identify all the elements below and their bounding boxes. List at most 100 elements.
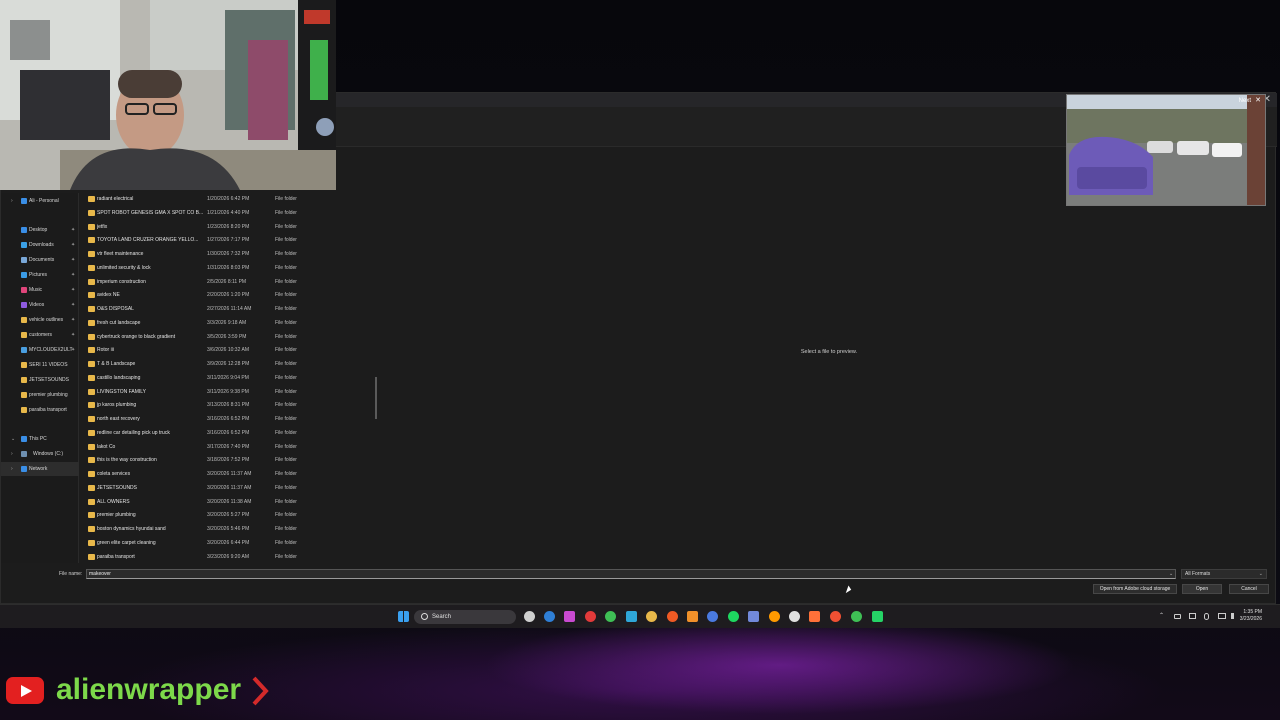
file-list-scrollbar[interactable] [375,377,377,419]
folder-icon [88,264,95,271]
file-row[interactable]: this is the way construction 3/18/2026 7:… [81,454,377,467]
nav-item[interactable]: Music ✦ [1,283,79,297]
git-icon[interactable] [830,611,841,622]
file-row[interactable]: SPOT ROBOT GENESIS GMA X SPOT CO B... 1/2… [81,207,377,220]
file-row[interactable]: vtr fleet maintenance 1/30/2026 7:32 PM Fi… [81,248,377,261]
file-row[interactable]: radiant electrical 1/20/2026 6:42 PM File … [81,193,377,206]
nav-item[interactable]: premier plumbing [1,388,79,402]
file-row[interactable]: ALL OWNERS 3/20/2026 11:38 AM File folder [81,496,377,509]
folder-icon [88,209,95,216]
date-modified: 2/5/2026 8:11 PM [207,278,247,285]
folder-icon [88,347,95,354]
nav-item[interactable]: › Network [1,462,79,476]
nav-item[interactable]: vehicle outlines ✦ [1,313,79,327]
open-cloud-storage-button[interactable]: Open from Adobe cloud storage [1093,584,1177,594]
file-row[interactable]: LIVINGSTON FAMILY 3/11/2026 9:38 PM File f… [81,386,377,399]
nav-item-label: Windows (C:) [33,451,64,457]
file-row[interactable]: premier plumbing 3/20/2026 5:27 PM File fo… [81,509,377,522]
preview-placeholder: Select a file to preview. [800,349,858,355]
nav-item[interactable]: Documents ✦ [1,253,79,267]
file-type-select[interactable]: All Formats ⌄ [1181,569,1267,579]
file-row[interactable]: jp karos plumbing 3/13/2026 8:31 PM File f… [81,399,377,412]
file-row[interactable]: jetfix 1/23/2026 8:20 PM File folder [81,221,377,234]
nav-item[interactable]: Desktop ✦ [1,223,79,237]
file-row[interactable]: castillo landscaping 3/11/2026 9:04 PM Fil… [81,372,377,385]
pin-icon[interactable]: ✦ [71,268,75,282]
file-row[interactable]: cybertruck orange to black gradient 3/5/2… [81,331,377,344]
expand-chevron-icon[interactable]: › [11,447,13,461]
expand-chevron-icon[interactable]: › [11,462,13,476]
clock[interactable]: 1:35 PM 3/23/2026 [1222,609,1262,623]
pin-icon[interactable]: ✦ [71,253,75,267]
tray-overflow-icon[interactable]: ⌃ [1159,612,1164,619]
pin-icon[interactable]: ✦ [71,238,75,252]
display-icon[interactable] [1189,613,1196,619]
open-button[interactable]: Open [1182,584,1222,594]
nav-item[interactable]: MYCLOUDEX2ULT ✦ [1,343,79,357]
file-row[interactable]: green elite carpet cleaning 3/20/2026 6:4… [81,537,377,550]
pin-icon[interactable]: ✦ [71,328,75,342]
nav-item[interactable]: Videos ✦ [1,298,79,312]
file-row[interactable]: O&S DISPOSAL 2/27/2026 11:14 AM File folde… [81,303,377,316]
illustrator-icon[interactable] [769,611,780,622]
pin-icon[interactable]: ✦ [71,298,75,312]
file-row[interactable]: avidex NE 2/20/2026 1:20 PM File folder [81,289,377,302]
nav-item[interactable]: SERI 11 VIDEOS [1,358,79,372]
nav-item[interactable]: JETSETSOUNDS [1,373,79,387]
pin-icon[interactable]: ✦ [71,283,75,297]
spotify-icon[interactable] [728,611,739,622]
cancel-button[interactable]: Cancel [1229,584,1269,594]
file-name-input[interactable]: makeover [86,569,1176,579]
pin-icon[interactable]: ✦ [71,343,75,357]
chrome-red-icon[interactable] [585,611,596,622]
next-label[interactable]: Next [1239,98,1251,104]
file-name-dropdown-icon[interactable]: ⌄ [1169,571,1173,577]
nav-item[interactable]: › Ali - Personal [1,194,79,208]
file-row[interactable]: redline car detailing pick up truck 3/16/… [81,427,377,440]
expand-chevron-icon[interactable]: ⌄ [11,432,15,446]
blender-icon[interactable] [687,611,698,622]
file-row[interactable]: T & B Landscape 3/9/2026 12:28 PM File fol… [81,358,377,371]
chrome-icon[interactable] [605,611,616,622]
nav-item[interactable]: customers ✦ [1,328,79,342]
folder-icon [88,457,95,464]
file-row[interactable]: unlimited security & lock 1/31/2026 8:03 … [81,262,377,275]
pin-icon[interactable]: ✦ [71,223,75,237]
windows-start-icon[interactable] [398,611,409,622]
nav-item[interactable]: › Windows (C:) [1,447,79,461]
brave-icon[interactable] [667,611,678,622]
file-explorer-icon[interactable] [646,611,657,622]
nav-item[interactable]: paraiba transport [1,403,79,417]
file-row[interactable]: Rotor iii 3/6/2026 10:32 AM File folder [81,344,377,357]
microphone-icon[interactable] [1204,613,1209,620]
nav-item[interactable]: Pictures ✦ [1,268,79,282]
close-icon[interactable]: ✕ [1255,96,1261,104]
app-icon[interactable] [707,611,718,622]
mail-icon[interactable] [544,611,555,622]
taskbar-search[interactable]: Search [414,610,516,624]
file-row[interactable]: boston dynamics hyundai sand 3/20/2026 5:… [81,523,377,536]
file-row[interactable]: TOYOTA LAND CRUZER ORANGE YELLO... 1/27/2… [81,234,377,247]
file-row[interactable]: paraiba transport 3/23/2026 9:20 AM File f… [81,551,377,564]
nav-item-label: Desktop [29,227,48,233]
chrome-alt-icon[interactable] [851,611,862,622]
file-row[interactable]: imperium construction 2/5/2026 8:11 PM Fil… [81,276,377,289]
instagram-icon[interactable] [564,611,575,622]
nav-item[interactable]: ⌄ This PC [1,432,79,446]
file-row[interactable]: fresh cut landscape 3/3/2026 9:18 AM File … [81,317,377,330]
app-dark-icon[interactable] [789,611,800,622]
edge-icon[interactable] [626,611,637,622]
file-row[interactable]: north east recovery 3/16/2026 6:52 PM File… [81,413,377,426]
cloud-icon[interactable] [1174,614,1181,619]
nav-item[interactable]: Downloads ✦ [1,238,79,252]
file-row[interactable]: lakot Co 3/17/2026 7:40 PM File folder [81,441,377,454]
discord-icon[interactable] [748,611,759,622]
whatsapp-icon[interactable] [872,611,883,622]
file-row[interactable]: JETSETSOUNDS 3/20/2026 11:37 AM File folde… [81,482,377,495]
file-row[interactable]: coleta services 3/20/2026 11:37 AM File fo… [81,468,377,481]
expand-chevron-icon[interactable]: › [11,194,13,208]
task-view-icon[interactable] [524,611,535,622]
video-thumbnail[interactable]: Next ✕ [1066,94,1266,206]
pin-icon[interactable]: ✦ [71,313,75,327]
firefox-icon[interactable] [809,611,820,622]
